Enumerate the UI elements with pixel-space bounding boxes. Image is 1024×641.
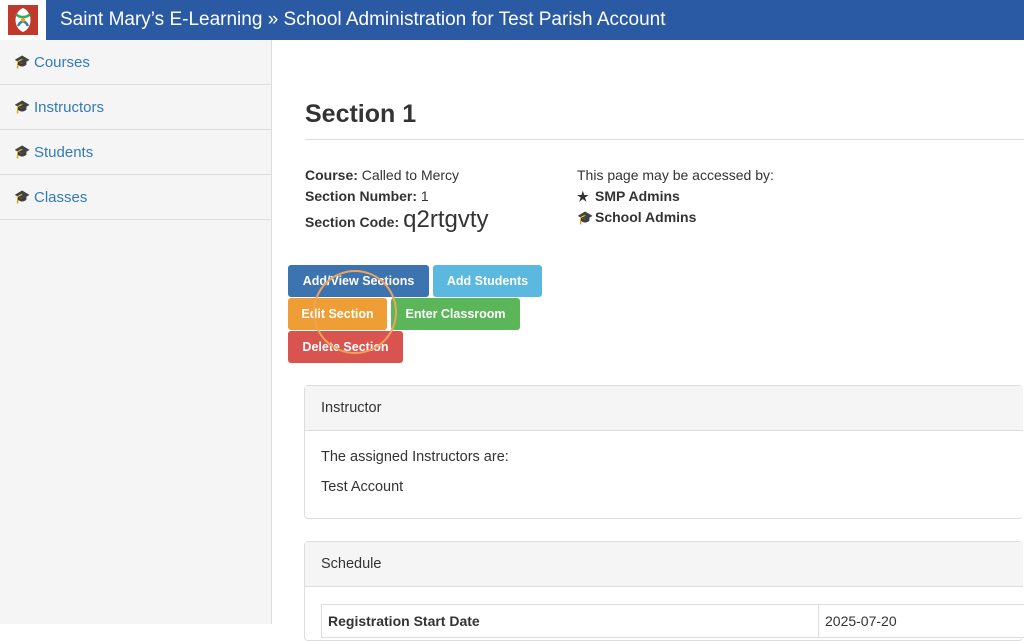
table-row: Registration Start Date 2025-07-20 (322, 605, 1024, 638)
section-number-line: Section Number: 1 (305, 186, 489, 207)
graduation-cap-icon: 🎓 (14, 99, 31, 115)
section-details: Course: Called to Mercy Section Number: … (305, 165, 489, 233)
graduation-cap-icon: 🎓 (14, 54, 31, 70)
sidebar-item-classes[interactable]: 🎓 Classes (0, 175, 271, 220)
sidebar-item-students[interactable]: 🎓 Students (0, 130, 271, 175)
course-value: Called to Mercy (362, 167, 459, 183)
logo-icon (7, 4, 39, 36)
graduation-cap-icon: 🎓 (14, 144, 31, 160)
instructor-panel-body: The assigned Instructors are: Test Accou… (305, 431, 1023, 509)
access-intro: This page may be accessed by: (577, 165, 774, 186)
section-code-value: q2rtgvty (403, 209, 488, 230)
sidebar-item-label: Courses (34, 54, 90, 71)
page-header-title: Saint Mary’s E-Learning » School Adminis… (60, 9, 666, 31)
schedule-row-value: 2025-07-20 (819, 605, 1024, 638)
sidebar-item-instructors[interactable]: 🎓 Instructors (0, 85, 271, 130)
schedule-panel-body: Registration Start Date 2025-07-20 (305, 587, 1023, 638)
access-role-label: SMP Admins (595, 186, 680, 207)
access-role-school-admins: 🎓 School Admins (577, 207, 774, 228)
sidebar-item-label: Students (34, 144, 93, 161)
instructor-panel-heading: Instructor (305, 386, 1023, 431)
add-students-button[interactable]: Add Students (433, 265, 542, 297)
course-label: Course: (305, 167, 358, 183)
instructor-panel: Instructor The assigned Instructors are:… (304, 385, 1023, 519)
sidebar: 🎓 Courses 🎓 Instructors 🎓 Students 🎓 Cla… (0, 40, 272, 624)
title-divider (305, 139, 1024, 140)
section-number-label: Section Number: (305, 188, 417, 204)
main-content: Section 1 Course: Called to Mercy Sectio… (305, 40, 1024, 624)
section-code-label: Section Code: (305, 212, 399, 233)
delete-section-button[interactable]: Delete Section (288, 331, 403, 363)
course-line: Course: Called to Mercy (305, 165, 489, 186)
top-header: Saint Mary’s E-Learning » School Adminis… (0, 0, 1024, 40)
saint-marys-logo[interactable] (0, 0, 46, 40)
access-role-smp-admins: ★ SMP Admins (577, 186, 774, 207)
star-icon: ★ (577, 186, 595, 207)
access-role-label: School Admins (595, 207, 696, 228)
graduation-cap-icon: 🎓 (577, 207, 595, 228)
schedule-panel: Schedule Registration Start Date 2025-07… (304, 541, 1023, 641)
schedule-table: Registration Start Date 2025-07-20 (321, 604, 1024, 638)
page-title: Section 1 (305, 100, 416, 129)
section-code-line: Section Code: q2rtgvty (305, 209, 489, 233)
sidebar-item-label: Classes (34, 189, 87, 206)
instructor-name: Test Account (321, 479, 1007, 495)
graduation-cap-icon: 🎓 (14, 189, 31, 205)
add-view-sections-button[interactable]: Add/View Sections (288, 265, 429, 297)
section-number-value: 1 (421, 188, 429, 204)
edit-section-button[interactable]: Edit Section (288, 298, 387, 330)
instructor-intro: The assigned Instructors are: (321, 449, 1007, 465)
access-info: This page may be accessed by: ★ SMP Admi… (577, 165, 774, 228)
sidebar-item-label: Instructors (34, 99, 104, 116)
enter-classroom-button[interactable]: Enter Classroom (391, 298, 520, 330)
sidebar-item-courses[interactable]: 🎓 Courses (0, 40, 271, 85)
schedule-row-label: Registration Start Date (322, 605, 819, 638)
schedule-panel-heading: Schedule (305, 542, 1023, 587)
